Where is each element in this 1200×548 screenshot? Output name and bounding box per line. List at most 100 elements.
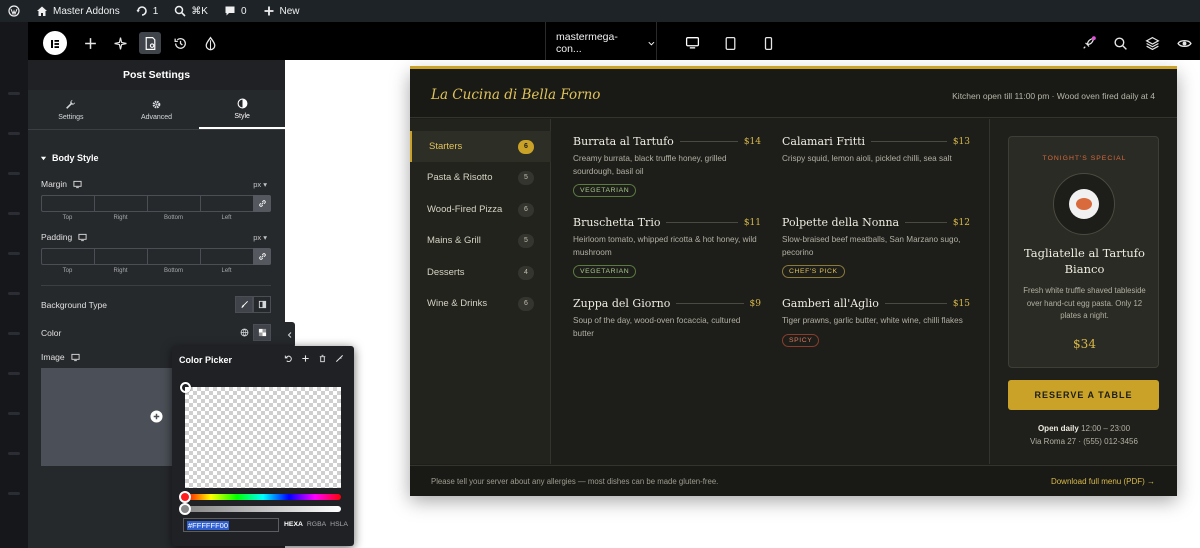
- category-item-pizza[interactable]: Wood-Fired Pizza 6: [410, 194, 551, 225]
- category-label: Mains & Grill: [427, 235, 481, 246]
- elementor-logo-icon[interactable]: [43, 31, 67, 55]
- category-count-badge: 5: [518, 233, 534, 248]
- category-list: Starters 6 Pasta & Risotto 5 Wood-Fired …: [410, 119, 551, 464]
- plus-icon[interactable]: [301, 354, 310, 363]
- site-settings-button[interactable]: [105, 22, 135, 64]
- saturation-handle[interactable]: [180, 382, 191, 393]
- tab-advanced[interactable]: Advanced: [114, 90, 200, 129]
- add-element-button[interactable]: [75, 22, 105, 64]
- color-mode-button[interactable]: [195, 22, 225, 64]
- format-hsla-tab[interactable]: HSLA: [330, 521, 348, 528]
- dim-label-bottom: Bottom: [163, 215, 183, 221]
- category-item-wine[interactable]: Wine & Drinks 6: [410, 288, 551, 319]
- download-menu-link[interactable]: Download full menu (PDF) →: [1051, 477, 1155, 486]
- category-item-mains[interactable]: Mains & Grill 5: [410, 225, 551, 256]
- divider: [41, 285, 271, 286]
- panel-collapse-button[interactable]: [285, 322, 295, 348]
- margin-right-input[interactable]: [94, 195, 147, 212]
- desktop-view-button[interactable]: [673, 22, 711, 64]
- tab-style[interactable]: Style: [199, 90, 286, 129]
- padding-top-input[interactable]: [41, 248, 94, 265]
- alpha-slider[interactable]: [185, 506, 341, 512]
- hue-handle[interactable]: [179, 491, 191, 503]
- comments-count: 0: [240, 5, 247, 17]
- padding-left-input[interactable]: [200, 248, 253, 265]
- margin-bottom-input[interactable]: [147, 195, 200, 212]
- site-name-link[interactable]: Master Addons: [28, 0, 128, 22]
- search-link[interactable]: ⌘K: [166, 0, 216, 22]
- special-description: Fresh white truffle shaved tableside ove…: [1023, 286, 1146, 320]
- open-daily-hours: 12:00 – 23:00: [1081, 424, 1131, 433]
- sparkle-icon: [113, 36, 127, 50]
- pasta-plate-icon: [1053, 173, 1115, 235]
- restaurant-menu-widget[interactable]: La Cucina di Bella Forno Kitchen open ti…: [410, 66, 1177, 496]
- hex-value-input[interactable]: #FFFFFF00: [183, 518, 279, 532]
- trash-icon[interactable]: [318, 354, 327, 363]
- link-values-button[interactable]: [253, 248, 271, 265]
- dim-label-right: Right: [113, 215, 128, 221]
- finder-button[interactable]: [1104, 22, 1136, 64]
- padding-bottom-input[interactable]: [147, 248, 200, 265]
- padding-right-input[interactable]: [94, 248, 147, 265]
- padding-dim-labels: Top Right Bottom Left: [41, 268, 253, 274]
- page-settings-button[interactable]: [139, 32, 161, 54]
- dish-price: $14: [743, 136, 761, 147]
- dish-item[interactable]: Polpette della Nonna $12 Slow-braised be…: [782, 216, 970, 279]
- margin-left-input[interactable]: [200, 195, 253, 212]
- tab-settings[interactable]: Settings: [28, 90, 114, 129]
- padding-inputs: [41, 248, 271, 265]
- wordpress-logo-icon[interactable]: [0, 0, 28, 22]
- alpha-handle[interactable]: [179, 503, 191, 515]
- eyedropper-icon[interactable]: [335, 354, 344, 363]
- dish-name: Calamari Fritti: [782, 135, 866, 148]
- category-label: Starters: [429, 141, 463, 152]
- reset-icon[interactable]: [284, 354, 293, 363]
- gradient-background-button[interactable]: [253, 296, 271, 313]
- format-hexa-tab[interactable]: HEXA: [284, 521, 303, 528]
- color-swatch-button[interactable]: [253, 324, 271, 341]
- category-item-starters[interactable]: Starters 6: [410, 131, 551, 162]
- special-card: TONIGHT'S SPECIAL Tagliatelle al Tartufo…: [1008, 136, 1159, 368]
- checker-swatch-icon: [258, 328, 266, 337]
- dish-leader-line: [676, 303, 744, 304]
- updates-link[interactable]: 1: [128, 0, 167, 22]
- link-icon: [258, 200, 266, 207]
- color-picker-popover: Color Picker #FFFFFF00 HEXA RGBA HSLA: [172, 346, 354, 546]
- dish-grid: Burrata al Tartufo $14 Creamy burrata, b…: [552, 119, 988, 464]
- dish-item[interactable]: Calamari Fritti $13 Crispy squid, lemon …: [782, 135, 970, 166]
- notifications-button[interactable]: [1072, 22, 1104, 64]
- color-controls: [235, 324, 271, 341]
- history-button[interactable]: [165, 22, 195, 64]
- dish-name: Polpette della Nonna: [782, 216, 900, 229]
- dish-price: $9: [749, 298, 761, 309]
- padding-unit-select[interactable]: px ▾: [253, 233, 267, 242]
- hue-slider[interactable]: [185, 494, 341, 500]
- format-rgba-tab[interactable]: RGBA: [307, 521, 326, 528]
- gradient-icon: [258, 300, 266, 309]
- tablet-view-button[interactable]: [711, 22, 749, 64]
- structure-button[interactable]: [1136, 22, 1168, 64]
- dish-price: $15: [952, 298, 970, 309]
- classic-background-button[interactable]: [235, 296, 253, 313]
- reserve-table-button[interactable]: RESERVE A TABLE: [1008, 380, 1159, 410]
- category-item-desserts[interactable]: Desserts 4: [410, 257, 551, 288]
- new-content-link[interactable]: New: [255, 0, 308, 22]
- link-values-button[interactable]: [253, 195, 271, 212]
- comments-link[interactable]: 0: [216, 0, 255, 22]
- margin-top-input[interactable]: [41, 195, 94, 212]
- dish-item[interactable]: Gamberi all'Aglio $15 Tiger prawns, garl…: [782, 297, 970, 347]
- body-style-section-toggle[interactable]: Body Style: [40, 153, 99, 163]
- saturation-area[interactable]: [185, 387, 341, 488]
- preview-button[interactable]: [1168, 22, 1200, 64]
- dish-item[interactable]: Bruschetta Trio $11 Heirloom tomato, whi…: [573, 216, 761, 279]
- category-count-badge: 6: [518, 296, 534, 311]
- dish-item[interactable]: Zuppa del Giorno $9 Soup of the day, woo…: [573, 297, 761, 340]
- category-count-badge: 6: [518, 202, 534, 217]
- dim-label-left: Left: [221, 268, 232, 274]
- dish-item[interactable]: Burrata al Tartufo $14 Creamy burrata, b…: [573, 135, 761, 198]
- margin-unit-select[interactable]: px ▾: [253, 180, 267, 189]
- category-item-pasta[interactable]: Pasta & Risotto 5: [410, 162, 551, 193]
- page-selector[interactable]: mastermega-con...: [545, 22, 657, 64]
- global-colors-button[interactable]: [235, 324, 253, 341]
- mobile-view-button[interactable]: [749, 22, 787, 64]
